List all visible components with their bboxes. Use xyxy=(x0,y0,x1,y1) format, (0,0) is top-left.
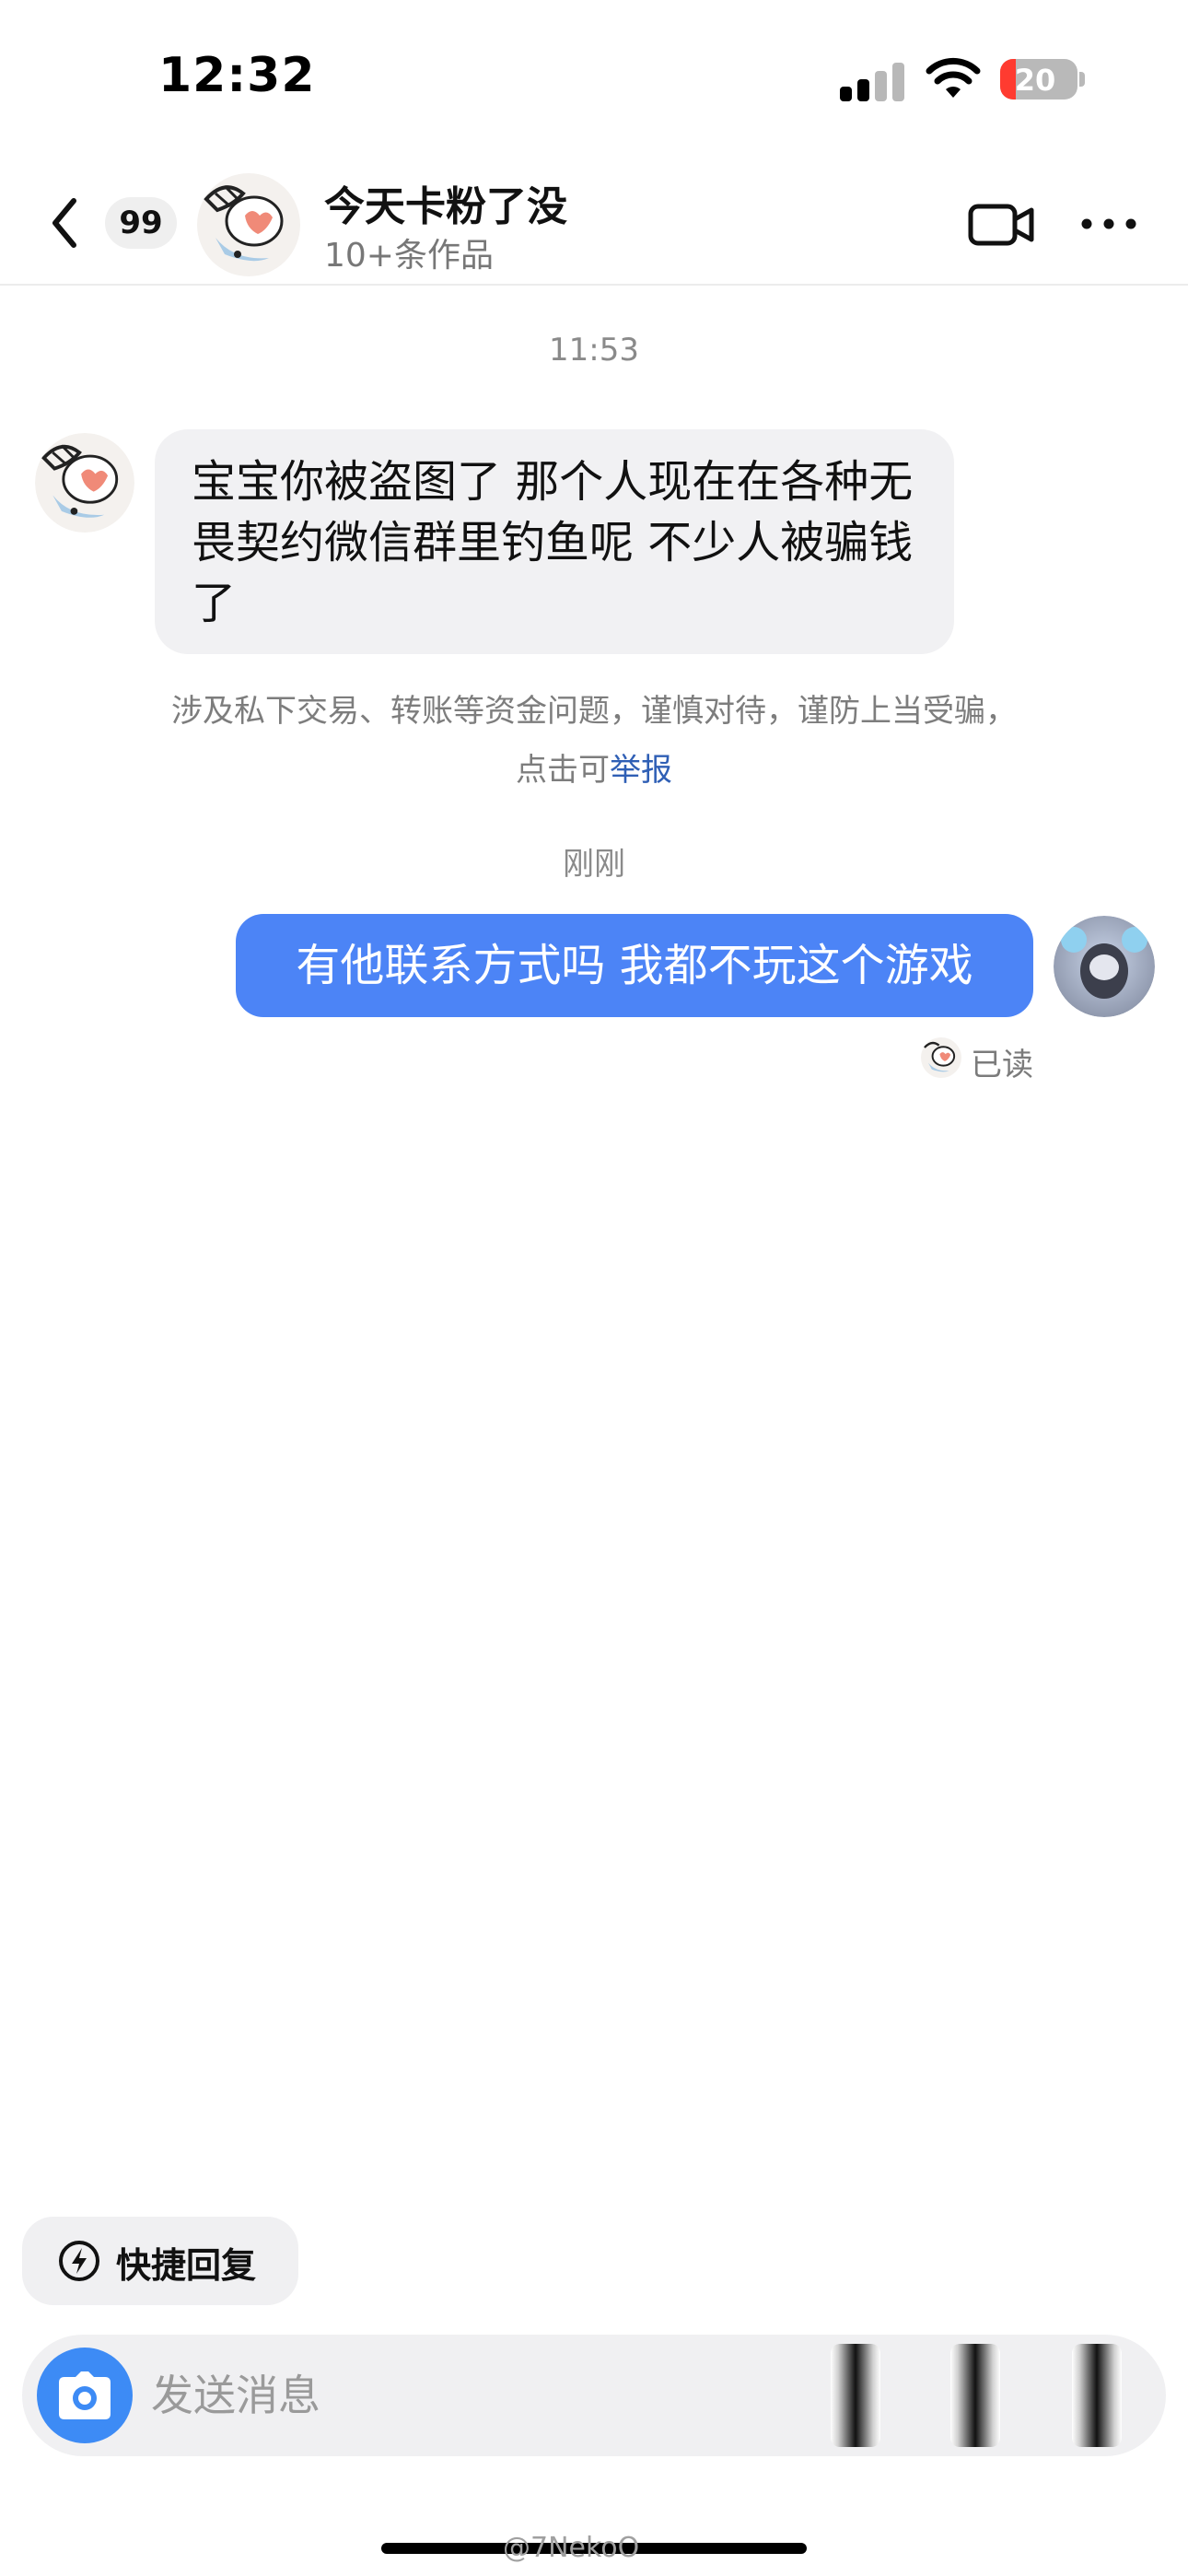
unread-badge[interactable]: 99 xyxy=(105,197,177,249)
battery-cap xyxy=(1079,72,1085,87)
more-icon[interactable] xyxy=(1079,210,1138,238)
camera-button[interactable] xyxy=(37,2348,133,2443)
status-time: 12:32 xyxy=(158,48,316,103)
quick-reply-label: 快捷回复 xyxy=(116,2245,257,2286)
lightning-icon xyxy=(59,2241,99,2281)
safety-warning-line2: 点击可举报 xyxy=(0,741,1188,800)
input-tool-slot[interactable] xyxy=(950,2344,1000,2447)
signal-icon xyxy=(840,61,904,101)
back-icon[interactable] xyxy=(39,190,94,256)
status-bar: 12:32 20 xyxy=(0,0,1188,157)
safety-warning-text: 涉及私下交易、转账等资金问题，谨慎对待，谨防上当受骗， xyxy=(171,693,1017,730)
read-status: 已读 xyxy=(971,1047,1033,1083)
input-tool-slot[interactable] xyxy=(1072,2344,1122,2447)
self-avatar[interactable] xyxy=(1054,916,1155,1017)
timestamp: 刚刚 xyxy=(563,846,625,883)
composer-bar xyxy=(22,2335,1166,2456)
contact-avatar[interactable] xyxy=(197,173,300,276)
timestamp: 11:53 xyxy=(549,332,639,369)
message-input[interactable] xyxy=(151,2366,740,2425)
report-prefix: 点击可 xyxy=(516,752,610,789)
chat-header: 99 今天卡粉了没 10+条作品 xyxy=(0,157,1188,286)
report-link[interactable]: 举报 xyxy=(610,752,672,789)
contact-name[interactable]: 今天卡粉了没 xyxy=(324,173,567,232)
quick-reply-button[interactable]: 快捷回复 xyxy=(22,2217,298,2305)
input-tool-slot[interactable] xyxy=(831,2344,880,2447)
safety-warning: 涉及私下交易、转账等资金问题，谨慎对待，谨防上当受骗， 点击可举报 xyxy=(0,682,1188,800)
works-count[interactable]: 10+条作品 xyxy=(324,228,494,276)
battery-icon: 20 xyxy=(1000,59,1077,100)
camera-icon xyxy=(59,2371,111,2419)
read-avatar xyxy=(921,1037,961,1078)
watermark: @7NekoO xyxy=(503,2532,640,2564)
outgoing-message-bubble[interactable]: 有他联系方式吗 我都不玩这个游戏 xyxy=(236,914,1033,1017)
video-call-icon[interactable] xyxy=(967,199,1037,251)
sender-avatar[interactable] xyxy=(35,433,134,533)
wifi-icon xyxy=(926,57,981,98)
incoming-message-bubble[interactable]: 宝宝你被盗图了 那个人现在在各种无畏契约微信群里钓鱼呢 不少人被骗钱了 xyxy=(155,429,954,654)
battery-level: 20 xyxy=(1014,63,1056,98)
